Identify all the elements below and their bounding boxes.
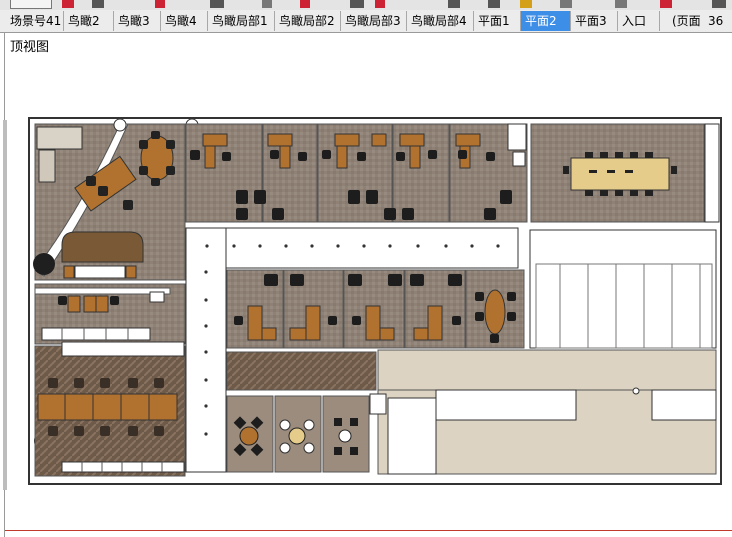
lounge-pods <box>226 395 370 473</box>
column <box>113 118 127 132</box>
cabinet <box>38 149 56 183</box>
bench-desks <box>37 393 178 421</box>
coffee-table <box>74 265 126 279</box>
floor-plan[interactable] <box>0 0 732 537</box>
conference-table <box>570 157 670 191</box>
sofa <box>61 231 144 263</box>
stripe-zone <box>226 351 377 391</box>
reception-floor <box>377 349 717 391</box>
viewport-bottom-border <box>5 530 732 531</box>
plant <box>33 253 55 275</box>
cabinet <box>36 126 83 150</box>
corridor <box>185 227 519 269</box>
